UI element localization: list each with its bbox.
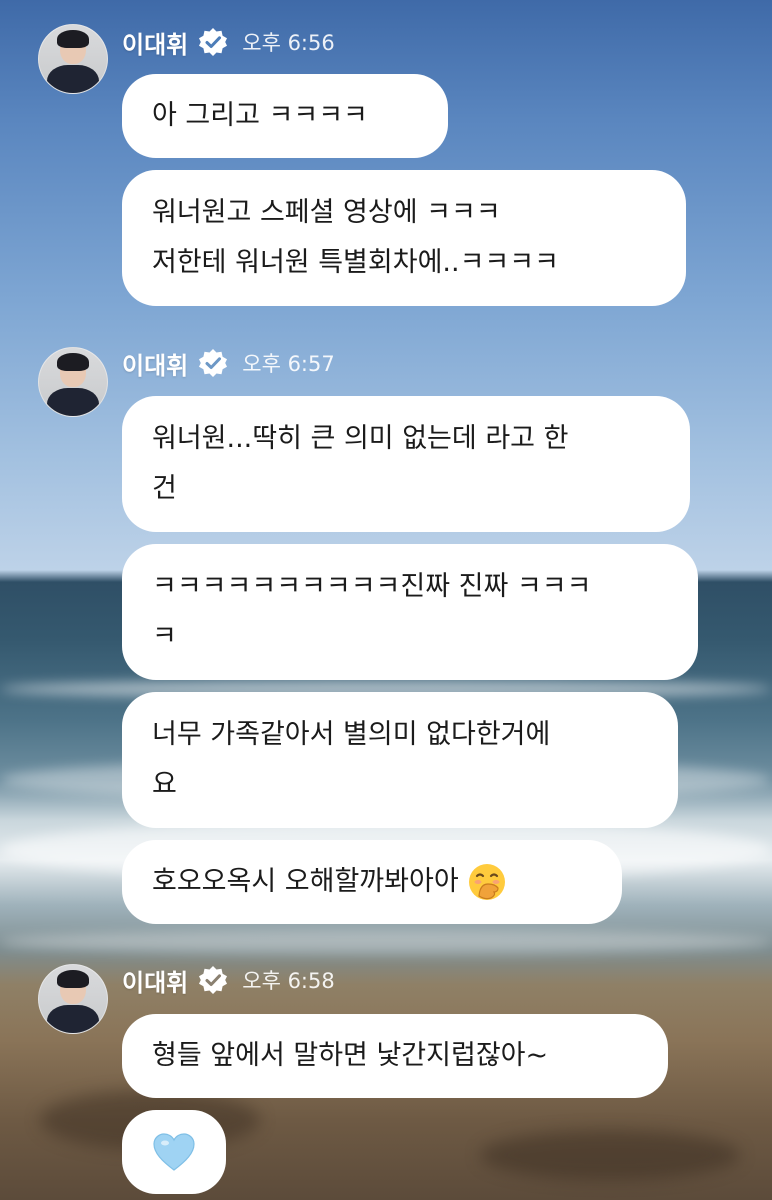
message-text: 너무 가족같아서 별의미 없다한거에 요 — [152, 719, 551, 800]
verified-badge-icon — [199, 349, 228, 377]
message-bubble[interactable]: 호오오옥시 오해할까봐아아 — [122, 840, 622, 924]
message-time: 오후 6:57 — [242, 352, 335, 376]
message-bubble[interactable] — [122, 1110, 226, 1194]
message-text: 형들 앞에서 말하면 낯간지럽잖아~ — [152, 1040, 549, 1071]
message-bubble[interactable]: ㅋㅋㅋㅋㅋㅋㅋㅋㅋㅋ진짜 진짜 ㅋㅋㅋ ㅋ — [122, 544, 698, 680]
wave-foam — [0, 930, 772, 954]
avatar[interactable] — [38, 24, 108, 94]
message-bubble[interactable]: 아 그리고 ㅋㅋㅋㅋ — [122, 74, 448, 158]
verified-badge-icon — [199, 28, 228, 56]
sender-name: 이대휘 — [122, 351, 189, 380]
sender-name: 이대휘 — [122, 30, 189, 59]
sender-row: 이대휘 오후 6:58 — [122, 962, 335, 998]
sand-shadow — [480, 1130, 740, 1180]
avatar[interactable] — [38, 964, 108, 1034]
message-text: 워너원고 스페셜 영상에 ㅋㅋㅋ 저한테 워너원 특별회차에..ㅋㅋㅋㅋ — [152, 197, 559, 278]
sender-row: 이대휘 오후 6:56 — [122, 24, 335, 60]
message-bubble[interactable]: 워너원고 스페셜 영상에 ㅋㅋㅋ 저한테 워너원 특별회차에..ㅋㅋㅋㅋ — [122, 170, 686, 306]
message-text: 워너원...딱히 큰 의미 없는데 라고 한 건 — [152, 423, 569, 504]
message-text: 아 그리고 ㅋㅋㅋㅋ — [152, 100, 368, 131]
face-with-hand-over-mouth-icon — [468, 864, 505, 900]
message-time: 오후 6:58 — [242, 969, 335, 993]
message-bubble[interactable]: 너무 가족같아서 별의미 없다한거에 요 — [122, 692, 678, 828]
avatar[interactable] — [38, 347, 108, 417]
sender-name: 이대휘 — [122, 968, 189, 997]
message-bubble[interactable]: 형들 앞에서 말하면 낯간지럽잖아~ — [122, 1014, 668, 1098]
sender-row: 이대휘 오후 6:57 — [122, 345, 335, 381]
light-blue-heart-icon — [153, 1133, 195, 1171]
message-bubble[interactable]: 워너원...딱히 큰 의미 없는데 라고 한 건 — [122, 396, 690, 532]
message-text: ㅋㅋㅋㅋㅋㅋㅋㅋㅋㅋ진짜 진짜 ㅋㅋㅋ ㅋ — [152, 571, 592, 652]
verified-badge-icon — [199, 966, 228, 994]
message-time: 오후 6:56 — [242, 31, 335, 55]
message-text: 호오오옥시 오해할까봐아아 — [152, 866, 459, 897]
